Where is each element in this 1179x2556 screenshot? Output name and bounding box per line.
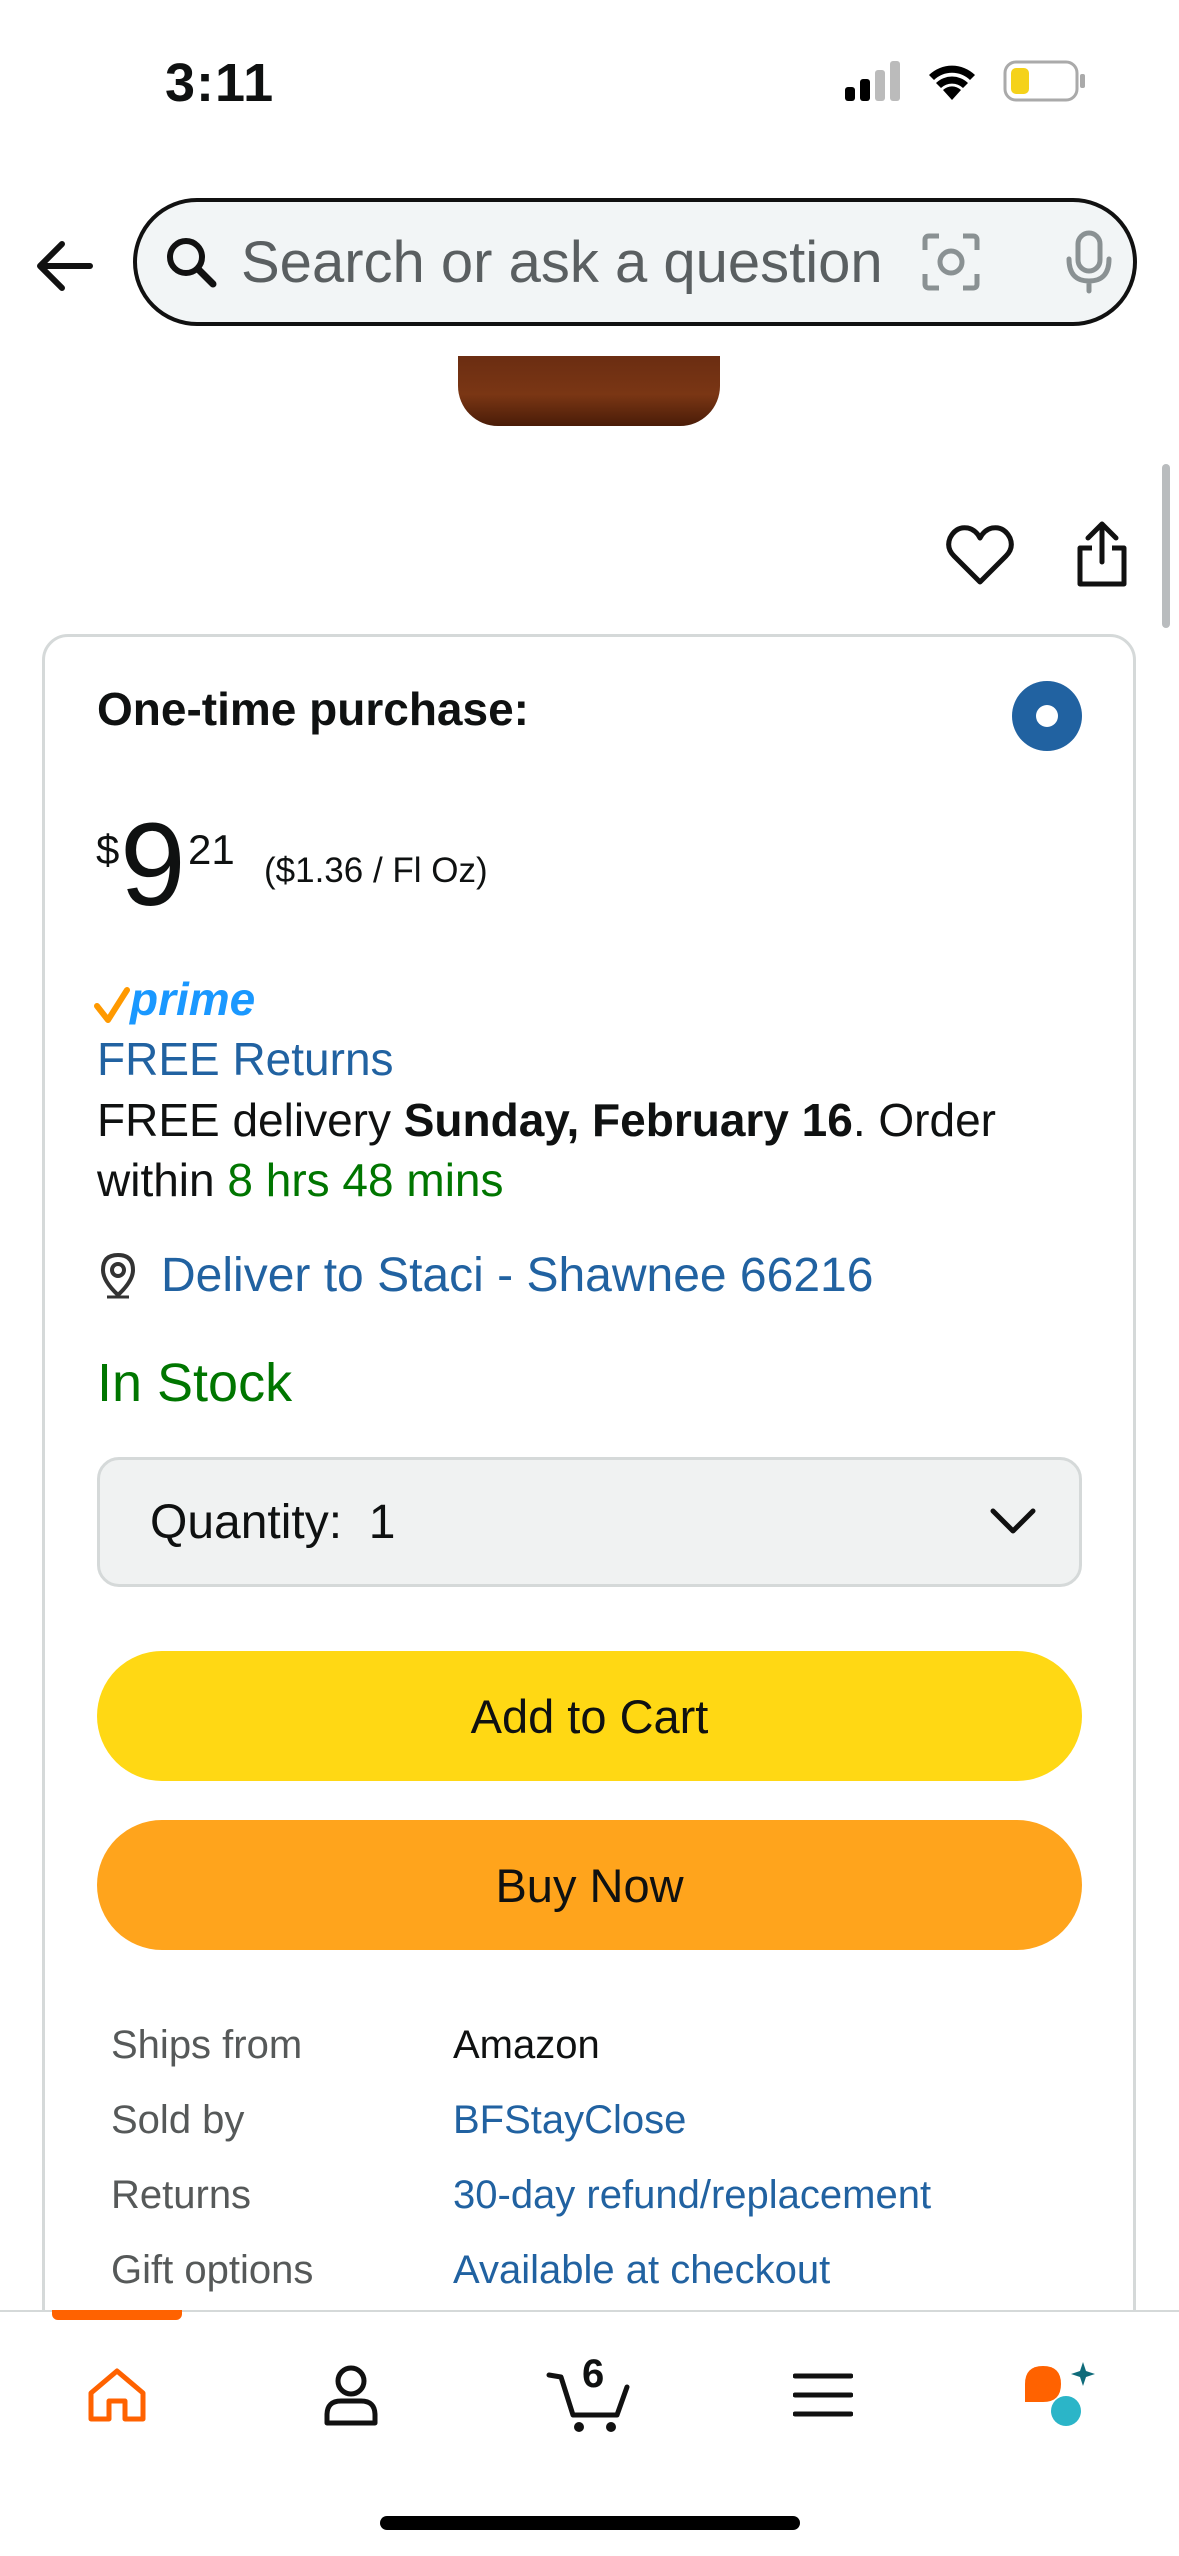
delivery-prefix: FREE delivery [97, 1094, 404, 1146]
info-key: Gift options [111, 2248, 314, 2292]
camera-lens-icon[interactable] [921, 232, 981, 292]
heart-icon[interactable] [946, 524, 1014, 586]
unit-price: ($1.36 / Fl Oz) [264, 851, 488, 890]
rufus-assistant-icon [1025, 2362, 1095, 2426]
prime-badge: prime [94, 972, 255, 1026]
buy-now-button[interactable]: Buy Now [97, 1820, 1082, 1950]
info-value: Amazon [453, 2023, 600, 2067]
info-row-returns: Returns 30-day refund/replacement [111, 2158, 1011, 2233]
nav-account[interactable] [296, 2340, 406, 2450]
prime-check-icon [94, 987, 130, 1023]
delivery-message: FREE delivery Sunday, February 16. Order… [97, 1090, 1097, 1210]
seller-info-table: Ships from Amazon Sold by BFStayClose Re… [111, 2008, 1011, 2308]
one-time-purchase-radio[interactable] [1012, 681, 1082, 751]
active-tab-indicator [52, 2310, 182, 2320]
returns-policy-link[interactable]: 30-day refund/replacement [453, 2173, 931, 2218]
nav-cart[interactable]: 6 [530, 2340, 650, 2450]
one-time-purchase-label: One-time purchase: [97, 683, 529, 735]
info-key: Sold by [111, 2098, 245, 2142]
price-currency-symbol: $ [96, 826, 120, 873]
prime-label: prime [130, 973, 256, 1025]
price-fraction: 21 [188, 826, 235, 873]
add-to-cart-button[interactable]: Add to Cart [97, 1651, 1082, 1781]
cart-count: 6 [582, 2352, 605, 2396]
status-time: 3:11 [165, 53, 275, 113]
quantity-select[interactable]: Quantity: 1 [97, 1457, 1082, 1587]
account-icon [324, 2365, 378, 2426]
menu-icon [793, 2373, 853, 2417]
chevron-down-icon [990, 1508, 1036, 1534]
wifi-icon [929, 65, 975, 100]
back-arrow-icon[interactable] [30, 230, 102, 302]
battery-icon [1003, 60, 1085, 102]
deliver-to-row[interactable]: Deliver to Staci - Shawnee 66216 [97, 1248, 873, 1303]
quantity-label: Quantity: [150, 1495, 343, 1549]
gift-options-link[interactable]: Available at checkout [453, 2248, 830, 2293]
product-image[interactable] [458, 356, 720, 426]
quantity-text: Quantity: 1 [150, 1495, 395, 1550]
share-icon[interactable] [1074, 520, 1130, 588]
delivery-date: Sunday, February 16 [403, 1094, 853, 1146]
cellular-signal-icon [845, 61, 900, 101]
delivery-countdown: 8 hrs 48 mins [227, 1154, 504, 1206]
page-scrollbar[interactable] [1162, 464, 1170, 628]
home-icon [88, 2368, 146, 2422]
status-icons [845, 60, 1087, 102]
location-pin-icon [100, 1252, 136, 1298]
stock-status: In Stock [97, 1353, 293, 1413]
info-row-gift-options: Gift options Available at checkout [111, 2233, 1011, 2308]
info-key: Returns [111, 2173, 252, 2217]
quantity-value: 1 [368, 1495, 396, 1549]
nav-rufus[interactable] [1006, 2340, 1116, 2450]
info-row-sold-by: Sold by BFStayClose [111, 2083, 1011, 2158]
info-row-ships-from: Ships from Amazon [111, 2008, 1011, 2083]
search-bar[interactable] [133, 198, 1137, 326]
price-whole: 9 [120, 799, 186, 931]
home-indicator[interactable] [380, 2516, 800, 2530]
search-input[interactable] [241, 228, 921, 296]
deliver-to-address[interactable]: Deliver to Staci - Shawnee 66216 [161, 1248, 873, 1303]
nav-home[interactable] [62, 2340, 172, 2450]
free-returns-link[interactable]: FREE Returns [97, 1032, 394, 1086]
seller-link[interactable]: BFStayClose [453, 2098, 686, 2143]
info-key: Ships from [111, 2023, 303, 2067]
nav-menu[interactable] [768, 2340, 878, 2450]
microphone-icon[interactable] [1061, 229, 1117, 295]
search-icon [167, 238, 217, 288]
